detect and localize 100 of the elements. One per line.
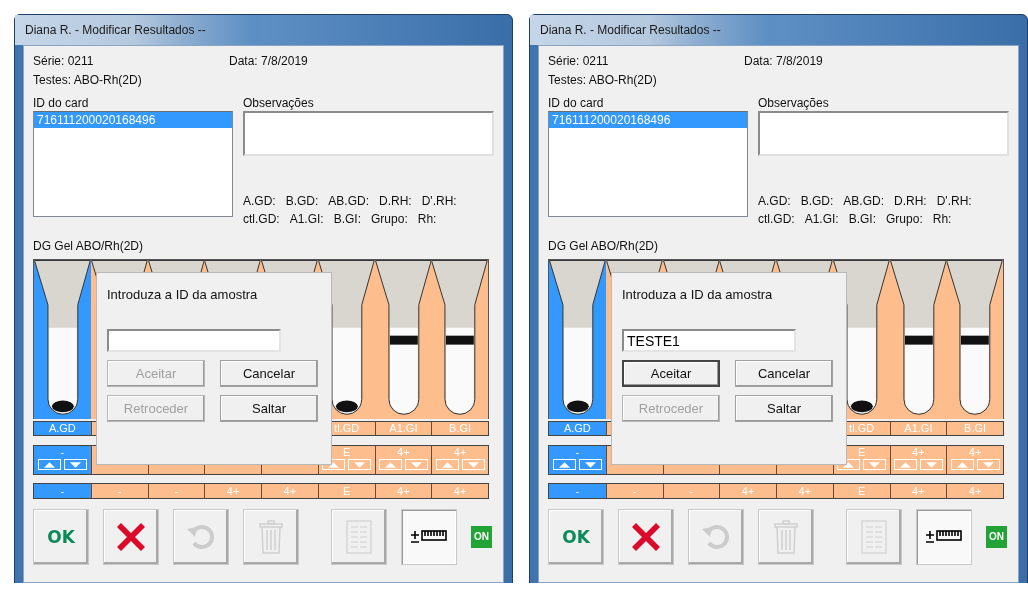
increase-button[interactable] <box>552 459 576 470</box>
result-cell: E <box>317 484 375 498</box>
result-label: A.GD: <box>758 194 791 208</box>
result-cell: 4+ <box>889 484 947 498</box>
down-triangle-icon <box>925 461 937 468</box>
result-cell: - <box>34 484 91 498</box>
up-triangle-icon <box>899 461 911 468</box>
series-label: Série: 0211 <box>548 54 610 68</box>
dialog-button[interactable]: Saltar <box>735 395 833 422</box>
tube-label-cell: B.GI <box>946 422 1003 435</box>
result-label: B.GI: <box>333 212 362 226</box>
result-cell: 4+ <box>719 484 776 498</box>
sample-id-input[interactable]: TESTE1 <box>622 329 796 352</box>
ok-button[interactable]: OK <box>548 509 604 565</box>
sample-id-input[interactable] <box>107 329 281 352</box>
decrease-button[interactable] <box>63 459 87 470</box>
series-label: Série: 0211 <box>33 54 95 68</box>
up-triangle-icon <box>384 461 396 468</box>
result-label: ctl.GD: <box>243 212 280 226</box>
scale-button[interactable] <box>401 509 457 565</box>
result-cell: 4+ <box>261 484 318 498</box>
grade-value: - <box>60 446 65 459</box>
dialog-button[interactable]: Saltar <box>220 395 318 422</box>
result-cell: - <box>605 484 663 498</box>
result-cell: E <box>832 484 890 498</box>
grade-value: E <box>857 446 866 459</box>
result-label: AB.GD: <box>328 194 370 208</box>
down-triangle-icon <box>467 461 479 468</box>
ok-button[interactable]: OK <box>33 509 89 565</box>
grade-value: 4+ <box>453 446 467 459</box>
cancel-button[interactable] <box>618 509 674 565</box>
result-label: A1.GI: <box>289 212 324 226</box>
down-triangle-icon <box>982 461 994 468</box>
card-id-item[interactable]: 716111200020168496 <box>549 112 747 128</box>
date-label: Data: 7/8/2019 <box>229 54 308 68</box>
tube-label-cell: A.GD <box>34 422 91 435</box>
result-label: D'.RH: <box>421 194 457 208</box>
result-cell: 4+ <box>946 484 1003 498</box>
result-label: Grupo: <box>886 212 923 226</box>
decrease-button[interactable] <box>348 459 372 470</box>
decrease-button[interactable] <box>863 459 887 470</box>
result-cell: - <box>147 484 205 498</box>
decrease-button[interactable] <box>919 459 943 470</box>
result-label: ctl.GD: <box>758 212 795 226</box>
tests-label: Testes: ABO-Rh(2D) <box>548 73 657 87</box>
up-triangle-icon <box>43 461 55 468</box>
status-badge: ON <box>471 526 492 548</box>
up-triangle-icon <box>956 461 968 468</box>
card-id-item[interactable]: 716111200020168496 <box>34 112 232 128</box>
result-cell: 4+ <box>776 484 833 498</box>
dialog-button[interactable]: Cancelar <box>220 360 318 387</box>
result-cell: 4+ <box>204 484 261 498</box>
down-triangle-icon <box>584 461 596 468</box>
down-triangle-icon <box>869 461 881 468</box>
dialog-button[interactable]: Cancelar <box>735 360 833 387</box>
result-cell: 4+ <box>431 484 488 498</box>
card-id-label: ID do card <box>33 96 90 111</box>
decrease-button[interactable] <box>404 459 428 470</box>
observations-field[interactable] <box>758 111 1009 156</box>
down-triangle-icon <box>69 461 81 468</box>
tube-label-cell: B.GI <box>431 422 488 435</box>
grade-value: - <box>575 446 580 459</box>
scale-button[interactable] <box>916 509 972 565</box>
up-triangle-icon <box>843 461 855 468</box>
increase-button[interactable] <box>837 459 861 470</box>
result-label: A1.GI: <box>804 212 839 226</box>
observations-field[interactable] <box>243 111 494 156</box>
up-triangle-icon <box>558 461 570 468</box>
increase-button[interactable] <box>378 459 402 470</box>
tube-label-cell: A1.GI <box>374 422 432 435</box>
grade-value: 4+ <box>912 446 925 459</box>
increase-button[interactable] <box>37 459 61 470</box>
result-label: D'.RH: <box>936 194 972 208</box>
gel-card-title: DG Gel ABO/Rh(2D) <box>33 239 144 253</box>
gel-card-title: DG Gel ABO/Rh(2D) <box>548 239 659 253</box>
down-triangle-icon <box>354 461 366 468</box>
card-id-label: ID do card <box>548 96 605 111</box>
increase-button[interactable] <box>893 459 917 470</box>
tests-label: Testes: ABO-Rh(2D) <box>33 73 142 87</box>
down-triangle-icon <box>410 461 422 468</box>
result-label: B.GD: <box>800 194 834 208</box>
cancel-button[interactable] <box>103 509 159 565</box>
window-title: Diana R. - Modificar Resultados -- <box>540 23 721 37</box>
result-label: Rh: <box>932 212 952 226</box>
dialog-prompt: Introduza a ID da amostra <box>107 287 259 302</box>
result-label: Grupo: <box>371 212 408 226</box>
result-label: A.GD: <box>243 194 276 208</box>
result-cell: - <box>662 484 720 498</box>
dialog-button[interactable]: Aceitar <box>622 360 720 387</box>
tube-label-cell: A.GD <box>549 422 606 435</box>
tube-label-cell: A1.GI <box>889 422 947 435</box>
up-triangle-icon <box>441 461 453 468</box>
decrease-button[interactable] <box>578 459 602 470</box>
decrease-button[interactable] <box>461 459 485 470</box>
result-label: B.GD: <box>285 194 319 208</box>
result-cell: 4+ <box>374 484 432 498</box>
increase-button[interactable] <box>322 459 346 470</box>
increase-button[interactable] <box>435 459 459 470</box>
increase-button[interactable] <box>950 459 974 470</box>
decrease-button[interactable] <box>976 459 1000 470</box>
